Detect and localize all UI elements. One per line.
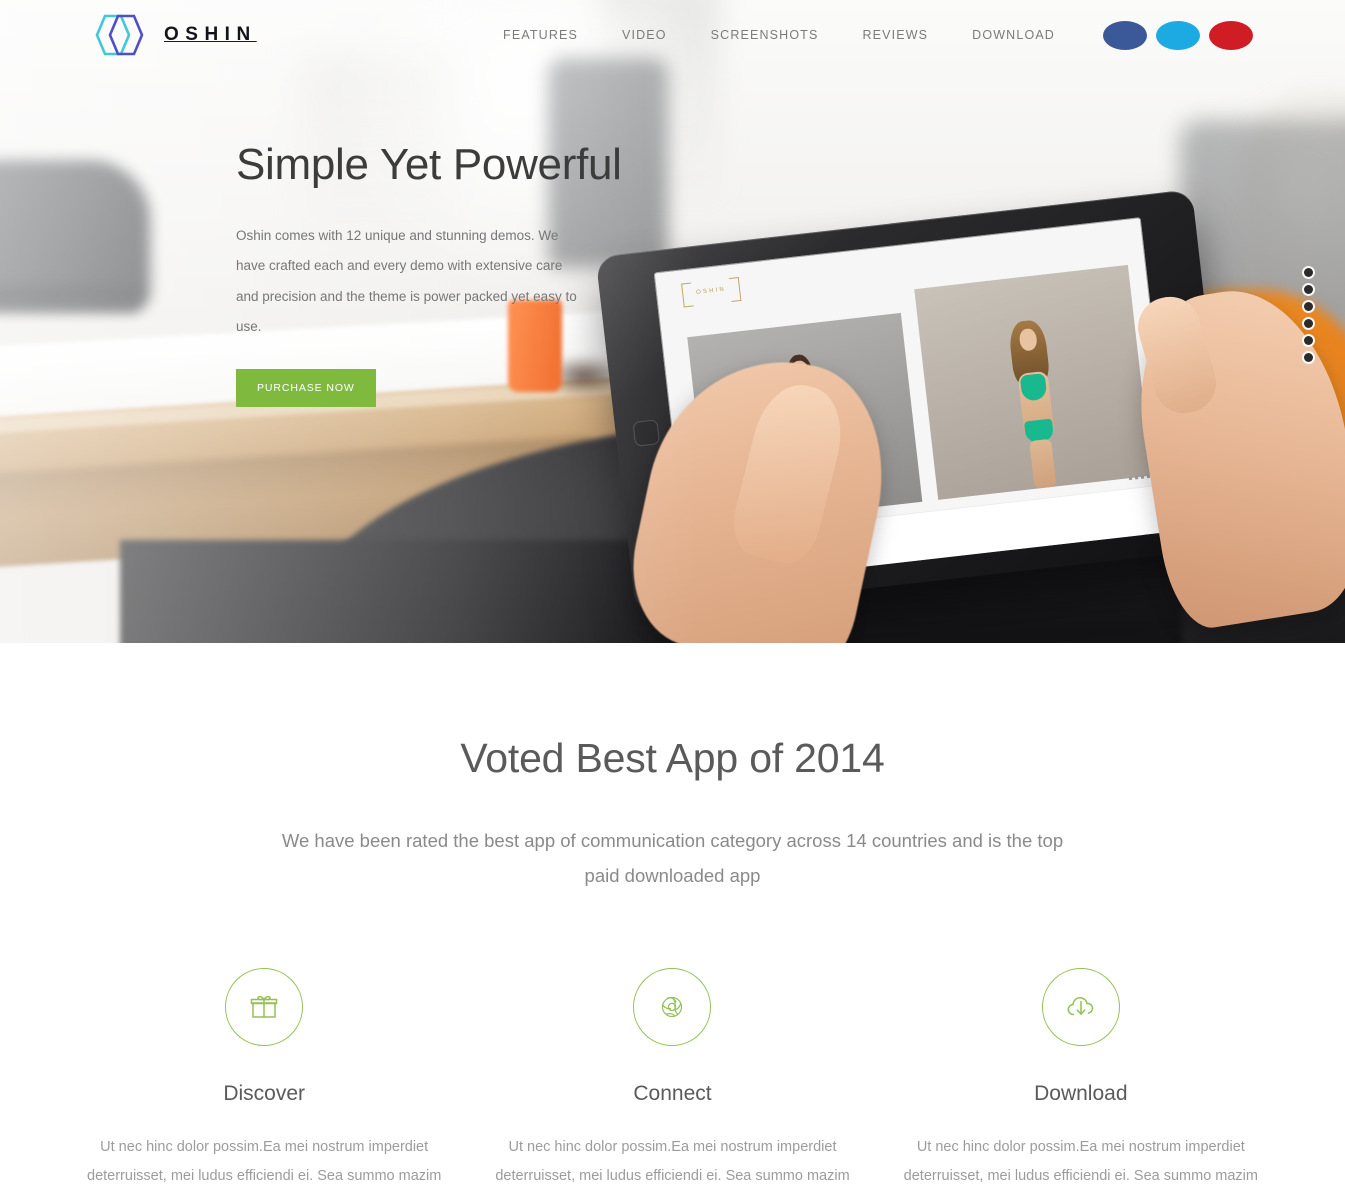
features-section: Voted Best App of 2014 We have been rate… [0, 643, 1345, 1199]
nav-item-reviews[interactable]: REVIEWS [840, 28, 950, 42]
model-figure-two [993, 317, 1078, 491]
social-links [1103, 20, 1253, 50]
cloud-download-icon [1041, 967, 1120, 1046]
section-title: Voted Best App of 2014 [460, 735, 885, 781]
feature-column-connect: Connect Ut nec hinc dolor possim.Ea mei … [468, 967, 876, 1199]
site-logo-text: OSHIN [164, 24, 257, 45]
slider-dot-4[interactable] [1304, 319, 1313, 328]
section-subtitle: We have been rated the best app of commu… [281, 830, 1064, 886]
slider-dot-5[interactable] [1304, 336, 1313, 345]
slider-pagination [1304, 268, 1313, 362]
portfolio-image-right [914, 264, 1152, 500]
hero-content: Simple Yet Powerful Oshin comes with 12 … [236, 140, 622, 407]
site-logo[interactable]: OSHIN [92, 13, 257, 57]
feature-column-discover: Discover Ut nec hinc dolor possim.Ea mei… [60, 967, 468, 1199]
nav-item-video[interactable]: VIDEO [600, 28, 689, 42]
feature-text: Ut nec hinc dolor possim.Ea mei nostrum … [87, 1138, 442, 1199]
hexagon-logo-icon [92, 13, 148, 57]
tablet-home-button [632, 419, 661, 447]
aperture-icon [633, 967, 712, 1046]
slider-dot-3[interactable] [1304, 302, 1313, 311]
feature-title: Connect [633, 1081, 712, 1105]
tablet-screen-logo: OSHIN [681, 277, 741, 305]
nav-item-screenshots[interactable]: SCREENSHOTS [689, 28, 841, 42]
slider-dot-2[interactable] [1304, 285, 1313, 294]
slider-dot-1[interactable] [1304, 268, 1313, 277]
hero-subtitle: Oshin comes with 12 unique and stunning … [236, 227, 577, 335]
pinterest-icon[interactable] [1209, 20, 1253, 50]
hero-section: OSHIN OSHIN FEATURES VIDEO SCREENSHOTS R… [0, 0, 1345, 643]
nav-item-download[interactable]: DOWNLOAD [950, 28, 1077, 42]
hero-background-photo: OSHIN [0, 0, 1345, 643]
main-navigation: FEATURES VIDEO SCREENSHOTS REVIEWS DOWNL… [481, 20, 1253, 50]
facebook-icon[interactable] [1103, 20, 1147, 50]
feature-columns: Discover Ut nec hinc dolor possim.Ea mei… [0, 967, 1345, 1199]
slider-dot-6[interactable] [1304, 353, 1313, 362]
hero-title: Simple Yet Powerful [236, 140, 622, 189]
feature-title: Discover [223, 1081, 305, 1105]
feature-text: Ut nec hinc dolor possim.Ea mei nostrum … [903, 1138, 1258, 1199]
purchase-now-button[interactable]: PURCHASE NOW [236, 368, 376, 407]
feature-title: Download [1034, 1081, 1128, 1105]
feature-text: Ut nec hinc dolor possim.Ea mei nostrum … [495, 1138, 850, 1199]
feature-column-download: Download Ut nec hinc dolor possim.Ea mei… [877, 967, 1285, 1199]
site-header: OSHIN FEATURES VIDEO SCREENSHOTS REVIEWS… [0, 0, 1345, 70]
nav-item-features[interactable]: FEATURES [481, 28, 600, 42]
office-chair-left-base [0, 285, 140, 311]
gift-icon [225, 967, 304, 1046]
twitter-icon[interactable] [1156, 20, 1200, 50]
